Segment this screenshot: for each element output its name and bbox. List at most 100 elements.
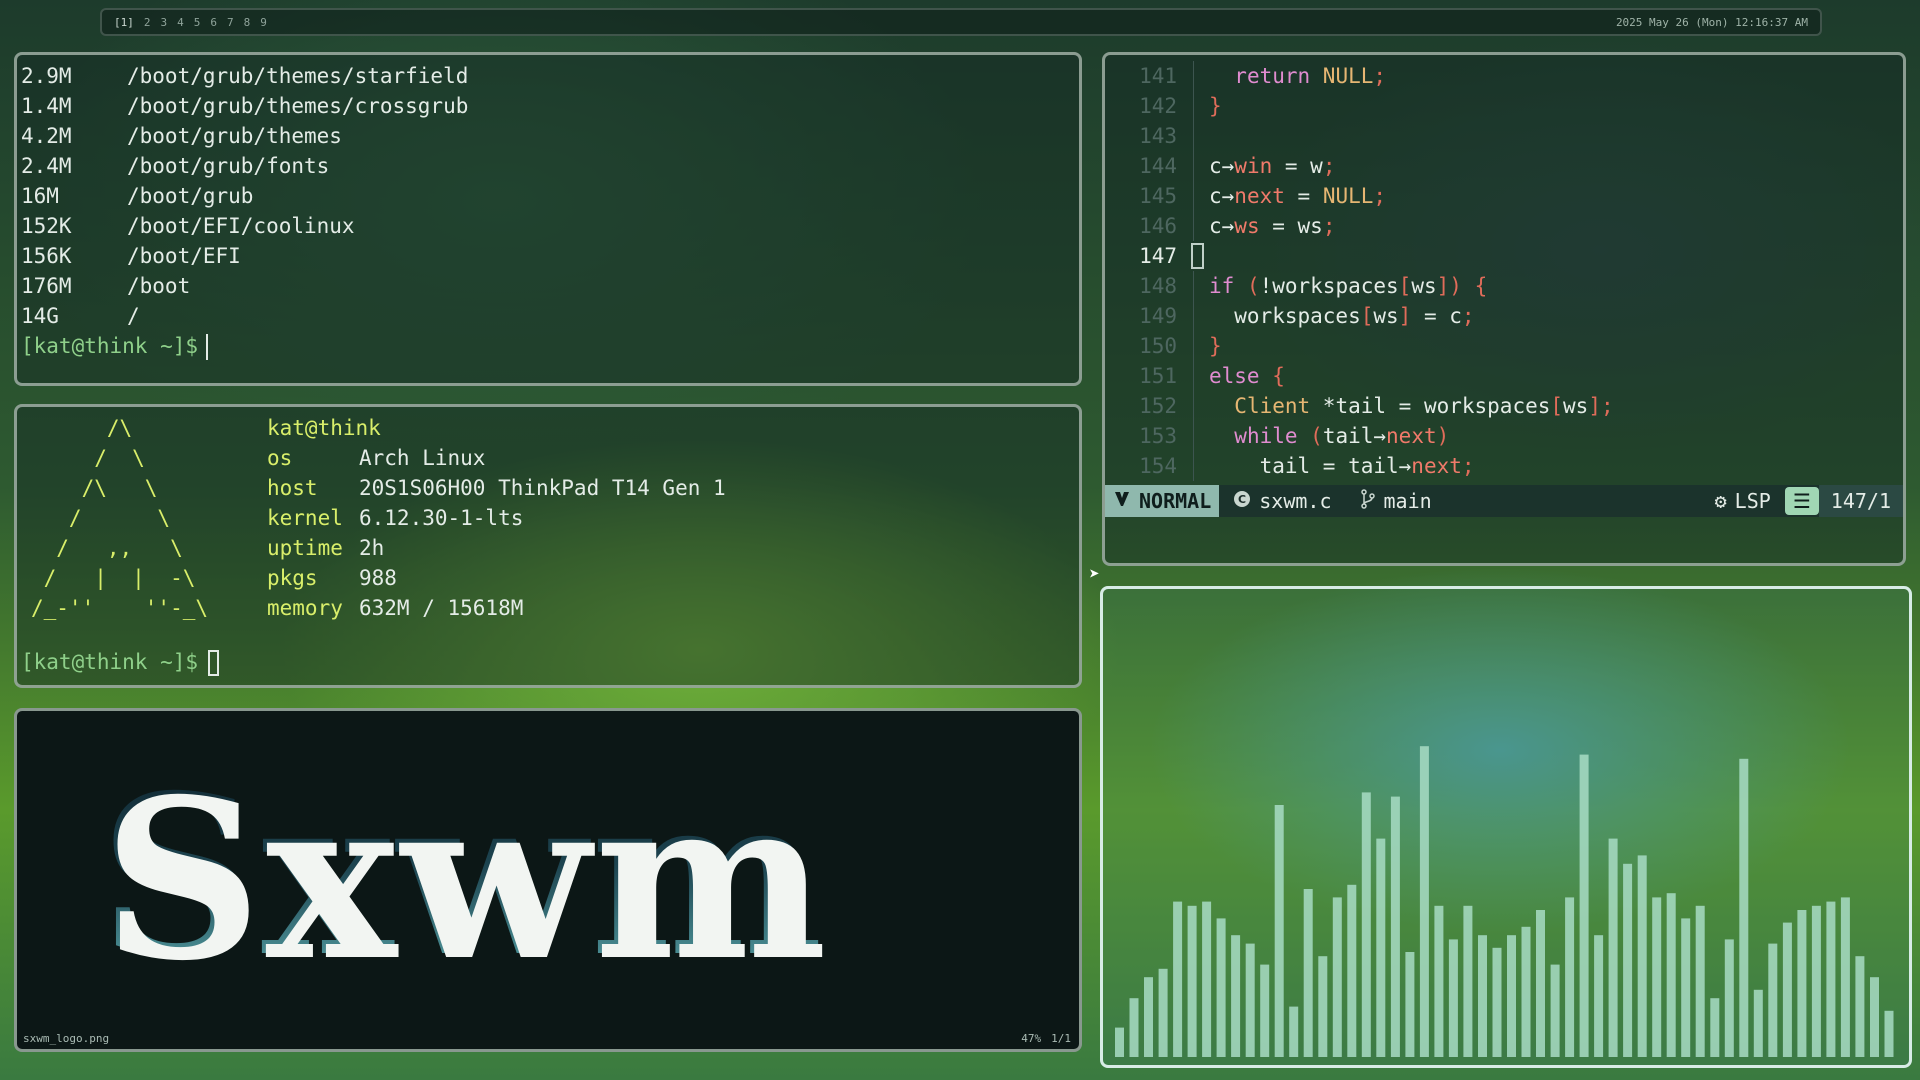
line-number: 143 xyxy=(1139,124,1177,148)
du-path: /boot/grub/themes/crossgrub xyxy=(127,94,469,118)
code-line[interactable]: 150} xyxy=(1105,331,1903,361)
viewer-statusbar: sxwm_logo.png 47% 1/1 xyxy=(23,1032,1071,1045)
code-buffer[interactable]: 141 return NULL; 142} 143 144 c→ win = w; 145 c… xyxy=(1105,55,1903,481)
fetch-terminal-window[interactable]: /\ / \ /\ \ / \ / ,, \ / | | -\ /_-'' ''… xyxy=(14,404,1082,688)
code-token: return xyxy=(1234,64,1311,88)
code-line[interactable]: 145 c→ next = NULL; xyxy=(1105,181,1903,211)
visualizer-bar xyxy=(1608,838,1618,1057)
visualizer-bar xyxy=(1303,889,1313,1057)
code-token: ( xyxy=(1234,274,1260,298)
du-size: 2.4M xyxy=(21,154,72,178)
visualizer-bar xyxy=(1187,905,1197,1057)
fetch-user-host: kat@think xyxy=(267,416,381,440)
du-path: /boot/grub/themes/starfield xyxy=(127,64,469,88)
code-line[interactable]: 149 workspaces[ws] = c; xyxy=(1105,301,1903,331)
code-token: ws xyxy=(1563,394,1589,418)
du-row: 2.9M/boot/grub/themes/starfield xyxy=(21,61,1079,91)
code-token: ; xyxy=(1322,154,1336,178)
c-file-icon: C xyxy=(1233,489,1251,513)
code-token: ; xyxy=(1600,394,1614,418)
indent-guide xyxy=(1189,271,1209,301)
visualizer-bar xyxy=(1144,977,1153,1057)
info-key: host xyxy=(267,476,318,500)
du-path: /boot/EFI xyxy=(127,244,241,268)
visualizer-bar xyxy=(1289,1006,1299,1057)
du-size: 14G xyxy=(21,304,59,328)
code-line[interactable]: 148 if (!workspaces[ws]) { xyxy=(1105,271,1903,301)
code-line[interactable]: 151 else { xyxy=(1105,361,1903,391)
fetch-info-row: os Arch Linux xyxy=(267,443,726,473)
mouse-pointer-icon: ➤ xyxy=(1089,564,1100,585)
code-line[interactable]: 144 c→ win = w; xyxy=(1105,151,1903,181)
info-key: os xyxy=(267,446,293,470)
code-line[interactable]: 147 xyxy=(1105,241,1903,271)
visualizer-bar xyxy=(1870,977,1879,1057)
code-line[interactable]: 153 while (tail→ next) xyxy=(1105,421,1903,451)
visualizer-bar xyxy=(1811,905,1821,1057)
code-token: ] xyxy=(1588,394,1601,418)
visualizer-bar xyxy=(1507,935,1516,1057)
info-value: 20S1S06H00 ThinkPad T14 Gen 1 xyxy=(359,476,726,500)
workspace-2[interactable]: 2 xyxy=(144,16,151,29)
workspace-6[interactable]: 6 xyxy=(210,16,217,29)
visualizer-bar xyxy=(1274,805,1284,1057)
workspace-4[interactable]: 4 xyxy=(177,16,184,29)
visualizer-bar xyxy=(1332,897,1342,1057)
indent-guide xyxy=(1189,391,1209,421)
gears-icon: ⚙ xyxy=(1714,489,1727,513)
line-number: 142 xyxy=(1139,94,1177,118)
code-line[interactable]: 146 c→ ws = ws; xyxy=(1105,211,1903,241)
workspace-8[interactable]: 8 xyxy=(244,16,251,29)
code-token: = w xyxy=(1272,154,1323,178)
visualizer-bar xyxy=(1739,758,1749,1057)
code-line[interactable]: 142} xyxy=(1105,91,1903,121)
indent-guide xyxy=(1189,241,1209,271)
file-name: sxwm.c xyxy=(1259,489,1332,513)
visualizer-bar xyxy=(1521,926,1531,1057)
prompt-text: [kat@think ~]$ xyxy=(21,334,199,358)
du-terminal-window[interactable]: 2.9M/boot/grub/themes/starfield 1.4M/boot… xyxy=(14,52,1082,386)
indent-guide xyxy=(1189,91,1209,121)
info-value: 988 xyxy=(359,566,397,590)
du-size: 4.2M xyxy=(21,124,72,148)
image-viewer-window[interactable]: Sxwm sxwm_logo.png 47% 1/1 xyxy=(14,708,1082,1052)
code-token: while xyxy=(1234,424,1298,448)
line-number: 153 xyxy=(1139,424,1177,448)
indent-guide xyxy=(1189,121,1209,151)
svg-text:C: C xyxy=(1238,493,1246,506)
visualizer-bar xyxy=(1448,939,1458,1057)
code-token: [ xyxy=(1360,304,1374,328)
lsp-label: LSP xyxy=(1734,489,1771,513)
indent-guide xyxy=(1189,301,1209,331)
code-token: tail = tail→ xyxy=(1209,454,1412,478)
line-number: 152 xyxy=(1139,394,1177,418)
code-line[interactable]: 141 return NULL; xyxy=(1105,61,1903,91)
workspace-9[interactable]: 9 xyxy=(260,16,267,29)
terminal-prompt[interactable]: [kat@think ~]$ xyxy=(21,647,1079,677)
workspace-1[interactable]: [1] xyxy=(114,16,134,29)
info-value: 632M / 15618M xyxy=(359,596,524,620)
viewer-page: 1/1 xyxy=(1051,1032,1071,1045)
code-token: ; xyxy=(1373,64,1387,88)
code-line[interactable]: 143 xyxy=(1105,121,1903,151)
indent-guide xyxy=(1189,331,1209,361)
visualizer-bar xyxy=(1202,901,1212,1057)
fetch-info: os Arch Linux host 20S1S06H00 ThinkPad T14 … xyxy=(267,443,726,623)
workspace-5[interactable]: 5 xyxy=(194,16,201,29)
visualizer-bar xyxy=(1361,792,1371,1057)
audio-visualizer-window[interactable] xyxy=(1100,586,1912,1068)
workspace-7[interactable]: 7 xyxy=(227,16,234,29)
code-line[interactable]: 152 Client *tail = workspaces[ws]; xyxy=(1105,391,1903,421)
mode-indicator: NORMAL xyxy=(1105,485,1220,517)
code-token: c→ xyxy=(1209,214,1235,238)
terminal-prompt[interactable]: [kat@think ~]$ xyxy=(21,331,1079,361)
line-number: 144 xyxy=(1139,154,1177,178)
editor-window[interactable]: 141 return NULL; 142} 143 144 c→ win = w; 145 c… xyxy=(1102,52,1906,566)
code-token: } xyxy=(1209,334,1222,358)
line-number: 154 xyxy=(1139,454,1177,478)
code-token: next xyxy=(1411,454,1462,478)
workspace-3[interactable]: 3 xyxy=(161,16,168,29)
code-line[interactable]: 154 tail = tail→ next; xyxy=(1105,451,1903,481)
visualizer-bar xyxy=(1768,943,1778,1057)
text-cursor xyxy=(206,334,209,360)
